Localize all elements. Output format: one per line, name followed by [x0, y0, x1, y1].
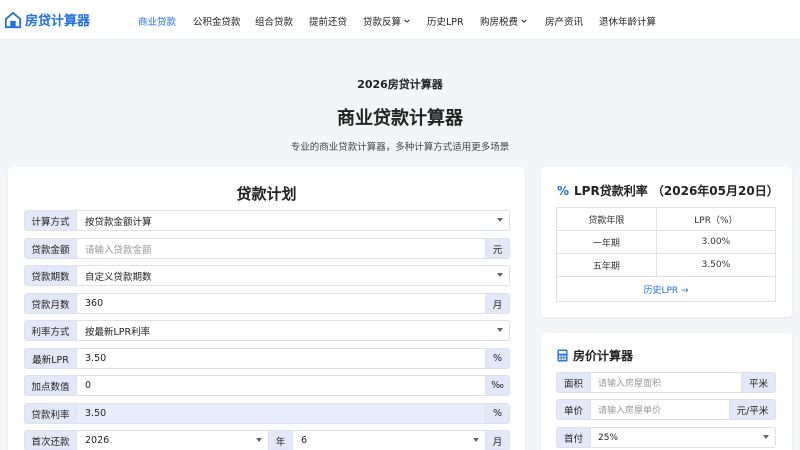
- select-arrow-icon: [256, 438, 262, 442]
- nav-prepayment[interactable]: 提前还贷: [309, 14, 347, 28]
- table-row: 五年期 3.50%: [556, 253, 777, 277]
- table-row: 一年期 3.00%: [556, 230, 777, 254]
- select-arrow-icon: [473, 438, 479, 442]
- loan-term-select[interactable]: 贷款期数 自定义贷款期数: [24, 265, 510, 286]
- select-arrow-icon: [497, 328, 503, 332]
- nav-commercial-loan[interactable]: 商业贷款: [138, 14, 176, 28]
- latest-lpr-field[interactable]: 最新LPR 3.50 %: [24, 348, 510, 369]
- hero-subtitle: 2026房贷计算器: [357, 78, 443, 91]
- loan-rate-field: 贷款利率 3.50 %: [24, 403, 510, 424]
- table-header: 贷款年限 LPR（%）: [556, 207, 777, 231]
- house-area-field[interactable]: 面积 请输入房屋面积 平米: [556, 372, 776, 393]
- first-payment-month-select[interactable]: 6: [293, 431, 485, 450]
- house-unit-price-field[interactable]: 单价 请输入房屋单价 元/平米: [556, 399, 776, 420]
- loan-amount-field[interactable]: 贷款金额 请输入贷款金额 元: [24, 238, 510, 259]
- loan-months-field[interactable]: 贷款月数 360 月: [24, 293, 510, 314]
- select-arrow-icon: [763, 435, 769, 439]
- lpr-title: % LPR贷款利率 （2026年05月20日）: [557, 183, 779, 199]
- select-arrow-icon: [497, 273, 503, 277]
- chevron-down-icon: [521, 19, 527, 23]
- hero-description: 专业的商业贷款计算器，多种计算方式适用更多场景: [290, 142, 510, 153]
- loan-plan-title: 贷款计划: [236, 185, 297, 203]
- logo-text: 房贷计算器: [25, 14, 91, 29]
- nav-reverse-calc[interactable]: 贷款反算: [363, 14, 411, 28]
- nav-history-lpr[interactable]: 历史LPR: [427, 14, 464, 28]
- calc-method-select[interactable]: 计算方式 按贷款金额计算: [24, 210, 510, 231]
- house-price-title: 房价计算器: [557, 347, 633, 364]
- chevron-down-icon: [404, 19, 410, 23]
- lpr-table: 贷款年限 LPR（%） 一年期 3.00% 五年期 3.50% 历史LPR →: [556, 207, 777, 302]
- rate-method-select[interactable]: 利率方式 按最新LPR利率: [24, 320, 510, 341]
- nav-fund-loan[interactable]: 公积金贷款: [193, 14, 241, 28]
- house-icon: [4, 11, 22, 28]
- nav-purchase-tax[interactable]: 购房税费: [480, 14, 528, 28]
- basis-points-field[interactable]: 加点数值 0 ‰: [24, 375, 510, 396]
- site-logo[interactable]: 房贷计算器: [4, 10, 90, 29]
- history-lpr-link[interactable]: 历史LPR →: [556, 276, 776, 302]
- first-payment-year-select[interactable]: 2026: [77, 431, 269, 450]
- calculator-icon: [557, 349, 568, 362]
- down-payment-select[interactable]: 首付 25%: [556, 427, 776, 448]
- nav-combined-loan[interactable]: 组合贷款: [255, 14, 293, 28]
- nav-property-news[interactable]: 房产资讯: [545, 14, 583, 28]
- first-payment-row: 首次还款 2026 年 6 月: [24, 430, 510, 450]
- page-title: 商业贷款计算器: [337, 108, 463, 129]
- top-navbar: 房贷计算器 商业贷款 公积金贷款 组合贷款 提前还贷 贷款反算 历史LPR 购房…: [0, 0, 800, 40]
- select-arrow-icon: [497, 218, 503, 222]
- percent-icon: %: [557, 183, 570, 198]
- nav-retirement-age[interactable]: 退休年龄计算: [599, 14, 656, 28]
